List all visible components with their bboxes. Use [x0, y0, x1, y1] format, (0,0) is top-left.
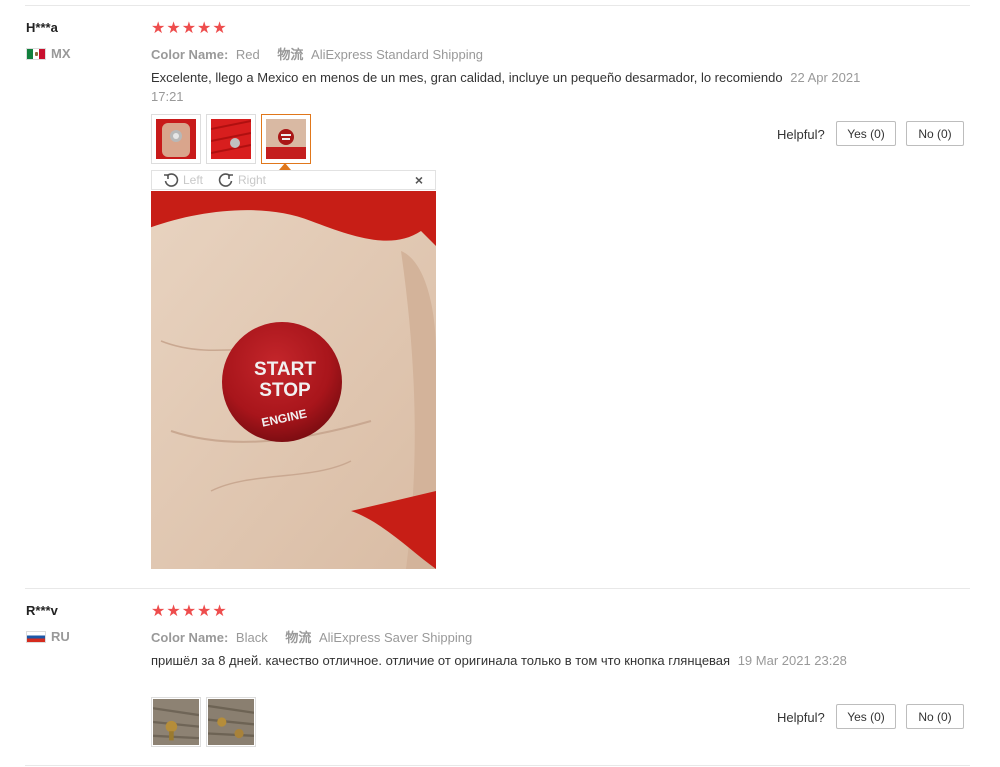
review-meta: Color Name: Black 物流 AliExpress Saver Sh… [151, 627, 486, 646]
shipping-label: 物流 [285, 630, 312, 645]
rotate-left-icon [164, 173, 179, 187]
color-name-value: Black [235, 630, 268, 645]
rotate-right-icon [218, 173, 233, 187]
helpful-yes-button[interactable]: Yes (0) [836, 704, 896, 729]
review-photo-thumb[interactable] [206, 114, 256, 164]
photo-thumb-image [156, 119, 196, 159]
color-name-label: Color Name: [151, 47, 229, 62]
reviewer-country: MX [26, 46, 71, 61]
review-photo-thumb[interactable] [206, 697, 256, 747]
photo-thumb-image [152, 699, 200, 745]
helpful-no-button[interactable]: No (0) [906, 704, 964, 729]
button-text-start: START [254, 359, 316, 380]
divider-top [25, 5, 970, 6]
review-photo-thumb-selected[interactable] [261, 114, 311, 164]
review-meta: Color Name: Red 物流 AliExpress Standard S… [151, 44, 497, 63]
divider-middle [25, 588, 970, 589]
review-photo-image: START STOP ENGINE [151, 191, 436, 569]
reviewer-name: R***v [26, 603, 58, 618]
country-code: MX [51, 46, 71, 61]
review-text: пришёл за 8 дней. качество отличное. отл… [151, 651, 871, 670]
review-body: Excelente, llego a Mexico en menos de un… [151, 70, 783, 85]
helpful-label: Helpful? [777, 710, 825, 725]
review-date: 19 Mar 2021 23:28 [737, 653, 847, 668]
close-viewer-button[interactable]: × [415, 172, 423, 188]
selected-thumb-caret [279, 163, 291, 170]
review-photo-thumb[interactable] [151, 697, 201, 747]
helpful-no-button[interactable]: No (0) [906, 121, 964, 146]
russia-flag-icon [26, 630, 46, 643]
reviewer-country: RU [26, 629, 70, 644]
reviewer-name: H***a [26, 20, 58, 35]
photo-thumb-image [207, 699, 255, 745]
helpful-yes-button[interactable]: Yes (0) [836, 121, 896, 146]
image-viewer-toolbar: Left Right × [151, 170, 436, 190]
rotate-right-button[interactable]: Right [218, 172, 266, 188]
shipping-value: AliExpress Saver Shipping [318, 630, 473, 645]
rotate-left-button[interactable]: Left [163, 172, 203, 188]
star-rating: ★★★★★ [151, 603, 228, 620]
rotate-right-label: Right [238, 173, 267, 187]
photo-thumb-image [266, 119, 306, 159]
star-rating: ★★★★★ [151, 20, 228, 37]
rotate-left-label: Left [183, 173, 204, 187]
review-photo-large: START STOP ENGINE [151, 191, 436, 569]
review-body: пришёл за 8 дней. качество отличное. отл… [151, 653, 731, 668]
shipping-label: 物流 [277, 47, 304, 62]
button-text-stop: STOP [259, 380, 311, 401]
image-viewer: Left Right × START STOP ENGINE [151, 170, 436, 569]
review-text: Excelente, llego a Mexico en menos de un… [151, 68, 871, 106]
shipping-value: AliExpress Standard Shipping [311, 47, 484, 62]
review-photo-thumb[interactable] [151, 114, 201, 164]
color-name-label: Color Name: [151, 630, 229, 645]
helpful-label: Helpful? [777, 127, 825, 142]
divider-bottom [25, 765, 970, 766]
color-name-value: Red [235, 47, 260, 62]
country-code: RU [51, 629, 70, 644]
mexico-flag-icon [26, 47, 46, 60]
photo-thumb-image [210, 119, 252, 159]
